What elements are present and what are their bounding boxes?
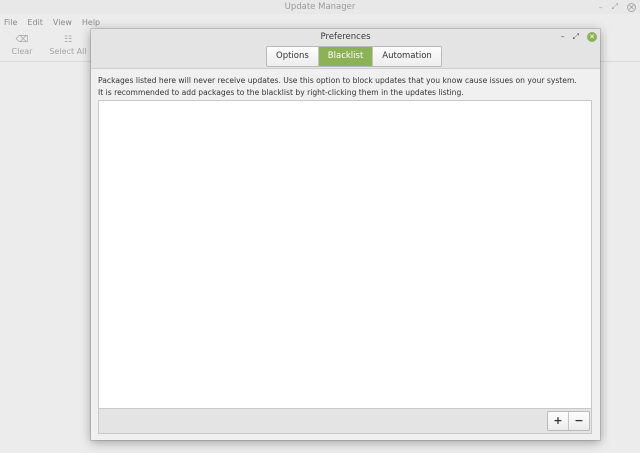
close-icon[interactable]: ✕ <box>627 2 636 12</box>
menu-file[interactable]: File <box>4 18 17 27</box>
clear-label: Clear <box>11 47 33 56</box>
select-all-label: Select All <box>49 47 87 56</box>
dialog-window-controls: – ⤢ ✕ <box>561 31 597 43</box>
menu-view[interactable]: View <box>53 18 72 27</box>
list-toolbar: + − <box>99 408 591 433</box>
list-button-group: + − <box>547 411 590 431</box>
menu-edit[interactable]: Edit <box>27 18 43 27</box>
close-icon[interactable]: ✕ <box>587 32 597 42</box>
dialog-header: Preferences – ⤢ ✕ Options Blacklist Auto… <box>91 29 600 69</box>
update-manager-titlebar: Update Manager <box>0 0 640 14</box>
select-all-icon: ☷ <box>63 35 73 45</box>
select-all-button[interactable]: ☷ Select All <box>49 35 87 56</box>
plus-icon: + <box>553 414 563 427</box>
minus-icon: − <box>574 414 584 427</box>
tab-automation[interactable]: Automation <box>373 47 441 66</box>
blacklist-description: Packages listed here will never receive … <box>98 76 577 85</box>
restore-icon[interactable]: ⤢ <box>612 2 618 12</box>
preferences-tabs: Options Blacklist Automation <box>266 46 442 67</box>
dialog-title: Preferences <box>320 32 371 42</box>
tab-blacklist[interactable]: Blacklist <box>318 47 374 66</box>
restore-icon[interactable]: ⤢ <box>573 32 579 42</box>
minimize-icon[interactable]: – <box>599 3 603 12</box>
add-button[interactable]: + <box>548 412 568 430</box>
menubar: File Edit View Help <box>0 14 640 30</box>
clear-button[interactable]: ⌫ Clear <box>10 35 34 56</box>
remove-button[interactable]: − <box>568 412 589 430</box>
minimize-icon[interactable]: – <box>561 32 565 42</box>
preferences-dialog: Preferences – ⤢ ✕ Options Blacklist Auto… <box>91 29 600 440</box>
blacklist-list[interactable]: + − <box>98 100 592 434</box>
update-manager-window-controls: – ⤢ ✕ <box>599 0 636 14</box>
clear-icon: ⌫ <box>15 35 29 45</box>
blacklist-hint: It is recommended to add packages to the… <box>98 88 464 97</box>
tab-options[interactable]: Options <box>267 47 319 66</box>
menu-help[interactable]: Help <box>82 18 100 27</box>
window-title: Update Manager <box>284 2 356 12</box>
